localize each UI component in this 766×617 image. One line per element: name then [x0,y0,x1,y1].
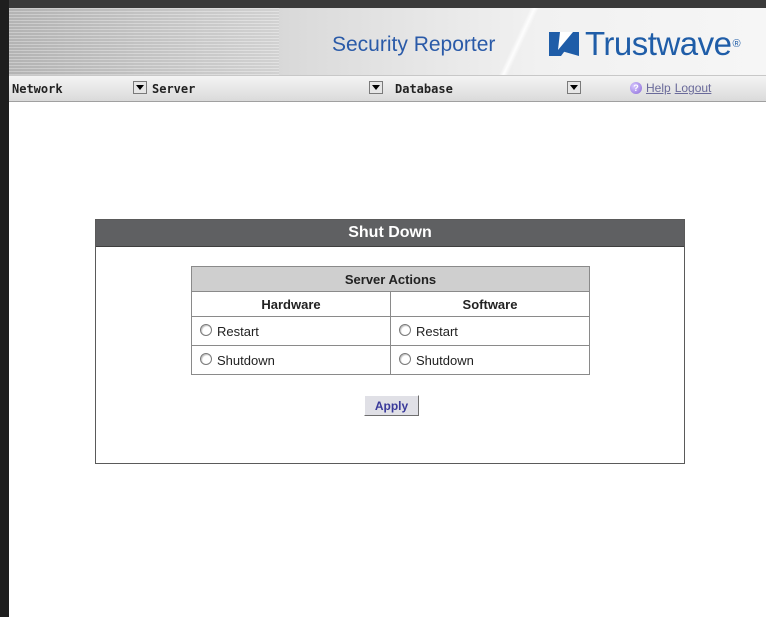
hardware-shutdown-radio[interactable] [200,352,212,365]
window-left-border [0,0,9,617]
registered-mark: ® [732,38,741,50]
help-link[interactable]: Help [646,81,671,95]
database-menu-label: Database [395,81,453,96]
table-row: Restart Restart [191,316,590,346]
hardware-restart-radio[interactable] [200,323,212,336]
radio-label: Restart [217,323,259,339]
hardware-restart-cell: Restart [191,316,391,346]
hardware-shutdown-option[interactable]: Shutdown [200,352,390,368]
database-dropdown-button[interactable] [567,81,581,94]
server-menu[interactable]: Server [152,81,195,96]
banner-texture [9,8,279,75]
window-top-border [0,0,766,8]
radio-label: Shutdown [217,352,275,368]
table-row: Shutdown Shutdown [191,345,590,375]
product-title: Security Reporter [332,33,496,56]
column-header-hardware: Hardware [191,291,391,317]
table-caption: Server Actions [191,266,590,292]
database-menu[interactable]: Database [395,81,453,96]
help-icon[interactable]: ? [630,82,642,94]
server-actions-table: Server Actions Hardware Software Restart… [191,266,590,375]
panel-title: Shut Down [96,220,684,247]
software-shutdown-cell: Shutdown [390,345,590,375]
column-header-software: Software [390,291,590,317]
network-menu-label: Network [12,81,63,96]
app-frame: Security Reporter Trustwave ® Network Se… [9,8,766,617]
logout-link[interactable]: Logout [675,81,712,95]
software-restart-option[interactable]: Restart [399,323,589,339]
software-restart-cell: Restart [390,316,590,346]
server-dropdown-button[interactable] [369,81,383,94]
software-shutdown-radio[interactable] [399,352,411,365]
chevron-down-icon [136,85,144,90]
hardware-shutdown-cell: Shutdown [191,345,391,375]
banner-slash [489,8,549,75]
brand-logo: Trustwave ® [549,22,741,66]
software-shutdown-option[interactable]: Shutdown [399,352,589,368]
radio-label: Restart [416,323,458,339]
network-dropdown-button[interactable] [133,81,147,94]
nav-links: ? Help Logout [630,81,715,95]
trustwave-logo-icon [549,32,579,56]
software-restart-radio[interactable] [399,323,411,336]
chevron-down-icon [372,85,380,90]
network-menu[interactable]: Network [12,81,63,96]
shutdown-panel: Shut Down Server Actions Hardware Softwa… [95,219,685,464]
apply-button[interactable]: Apply [364,395,419,416]
chevron-down-icon [570,85,578,90]
hardware-restart-option[interactable]: Restart [200,323,390,339]
nav-bar: Network Server Database ? Help Logout [9,75,766,102]
brand-name: Trustwave [585,25,732,62]
server-menu-label: Server [152,81,196,96]
radio-label: Shutdown [416,352,474,368]
header-banner: Security Reporter Trustwave ® [9,8,766,75]
